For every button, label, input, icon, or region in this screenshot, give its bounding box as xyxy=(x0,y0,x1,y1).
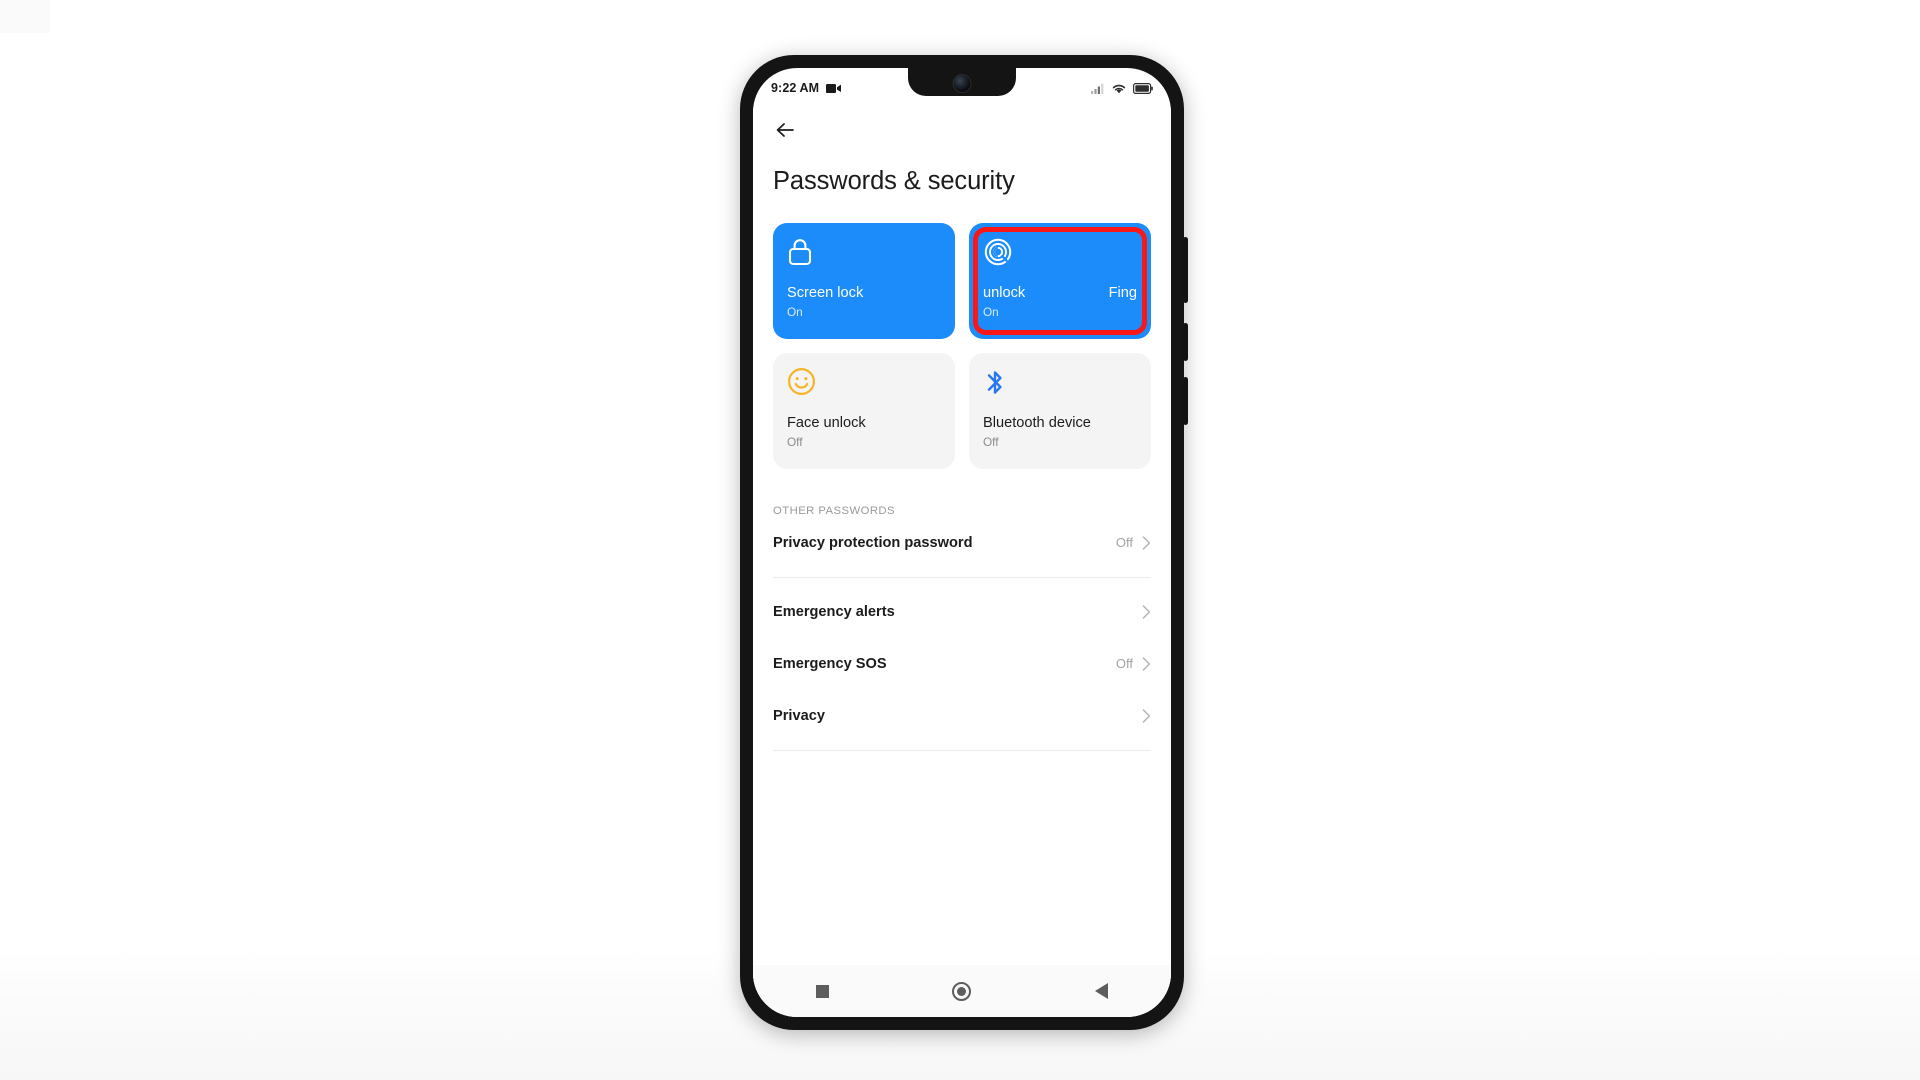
settings-list: Privacy protection password Off Emergenc… xyxy=(753,517,1171,751)
circle-home-icon xyxy=(952,981,972,1001)
row-value: Off xyxy=(1115,535,1133,551)
smiley-face-icon xyxy=(788,367,815,395)
chevron-right-icon xyxy=(1142,708,1151,723)
section-header-other-passwords: OTHER PASSWORDS xyxy=(773,504,896,517)
card-fingerprint-unlock[interactable]: unlock Fing On xyxy=(969,222,1151,339)
row-value: Off xyxy=(1115,656,1133,672)
row-privacy-protection-password[interactable]: Privacy protection password Off xyxy=(773,517,1151,569)
card-status: On xyxy=(983,304,999,319)
security-card-grid: Screen lock On unlock Fing On Face unloc… xyxy=(753,197,1171,469)
front-camera-icon xyxy=(952,74,972,93)
card-screen-lock[interactable]: Screen lock On xyxy=(773,222,955,339)
list-divider xyxy=(773,576,1151,578)
row-emergency-alerts[interactable]: Emergency alerts xyxy=(773,586,1151,638)
phone-side-button-volume-down[interactable] xyxy=(1183,323,1188,361)
card-title-left: unlock xyxy=(983,284,1026,301)
corner-artifact xyxy=(0,0,50,33)
card-title: Bluetooth device xyxy=(983,414,1091,431)
card-icon-wrap xyxy=(787,237,941,271)
square-recents-icon xyxy=(816,984,830,998)
card-face-unlock[interactable]: Face unlock Off xyxy=(773,352,955,469)
battery-icon xyxy=(1133,82,1153,94)
nav-home-button[interactable] xyxy=(934,971,990,1011)
list-divider xyxy=(773,749,1151,751)
triangle-back-icon xyxy=(1094,983,1108,999)
android-navigation-bar xyxy=(753,965,1171,1017)
status-bar-right xyxy=(1091,82,1153,94)
lock-icon xyxy=(788,238,812,265)
row-label: Privacy protection password xyxy=(773,534,973,551)
nav-recents-button[interactable] xyxy=(795,971,851,1011)
phone-device-frame: 9:22 AM Passwords & security Screen lock… xyxy=(740,55,1188,1030)
page-title: Passwords & security xyxy=(773,167,1015,195)
card-icon-wrap xyxy=(787,367,941,401)
card-status: Off xyxy=(983,434,999,449)
row-right xyxy=(1133,604,1151,619)
row-right: Off xyxy=(1116,535,1151,550)
chevron-right-icon xyxy=(1142,604,1151,619)
nav-back-button[interactable] xyxy=(1073,971,1129,1011)
video-camera-icon xyxy=(826,83,842,93)
back-arrow-icon[interactable] xyxy=(773,118,797,142)
status-bar-left: 9:22 AM xyxy=(771,81,842,95)
phone-side-button-power[interactable] xyxy=(1183,377,1188,425)
row-right: Off xyxy=(1116,656,1151,671)
app-top-bar xyxy=(753,108,1171,152)
row-right xyxy=(1133,708,1151,723)
wifi-icon xyxy=(1112,84,1126,93)
card-icon-wrap xyxy=(983,237,1137,271)
card-status: On xyxy=(787,304,803,319)
card-icon-wrap xyxy=(983,367,1137,401)
chevron-right-icon xyxy=(1142,535,1151,550)
status-bar-clock: 9:22 AM xyxy=(771,81,820,95)
card-status: Off xyxy=(787,434,803,449)
card-bluetooth-device[interactable]: Bluetooth device Off xyxy=(969,352,1151,469)
bluetooth-icon xyxy=(987,370,1002,394)
screenshot-root: 9:22 AM Passwords & security Screen lock… xyxy=(0,0,1920,1080)
chevron-right-icon xyxy=(1142,656,1151,671)
phone-screen: 9:22 AM Passwords & security Screen lock… xyxy=(753,68,1171,1017)
row-label: Emergency SOS xyxy=(773,655,887,672)
card-title: Face unlock xyxy=(787,414,866,431)
card-title-right: Fing xyxy=(1108,284,1137,301)
card-title: unlock Fing xyxy=(983,285,1137,301)
phone-side-button-volume-up[interactable] xyxy=(1183,237,1188,303)
fingerprint-icon xyxy=(984,238,1012,265)
phone-notch xyxy=(908,68,1016,96)
row-privacy[interactable]: Privacy xyxy=(773,690,1151,742)
settings-app-content: Passwords & security Screen lock On unlo… xyxy=(753,108,1171,1017)
row-label: Emergency alerts xyxy=(773,603,895,620)
row-emergency-sos[interactable]: Emergency SOS Off xyxy=(773,638,1151,690)
card-title: Screen lock xyxy=(787,284,864,301)
row-label: Privacy xyxy=(773,707,825,724)
cellular-signal-icon xyxy=(1091,83,1104,94)
